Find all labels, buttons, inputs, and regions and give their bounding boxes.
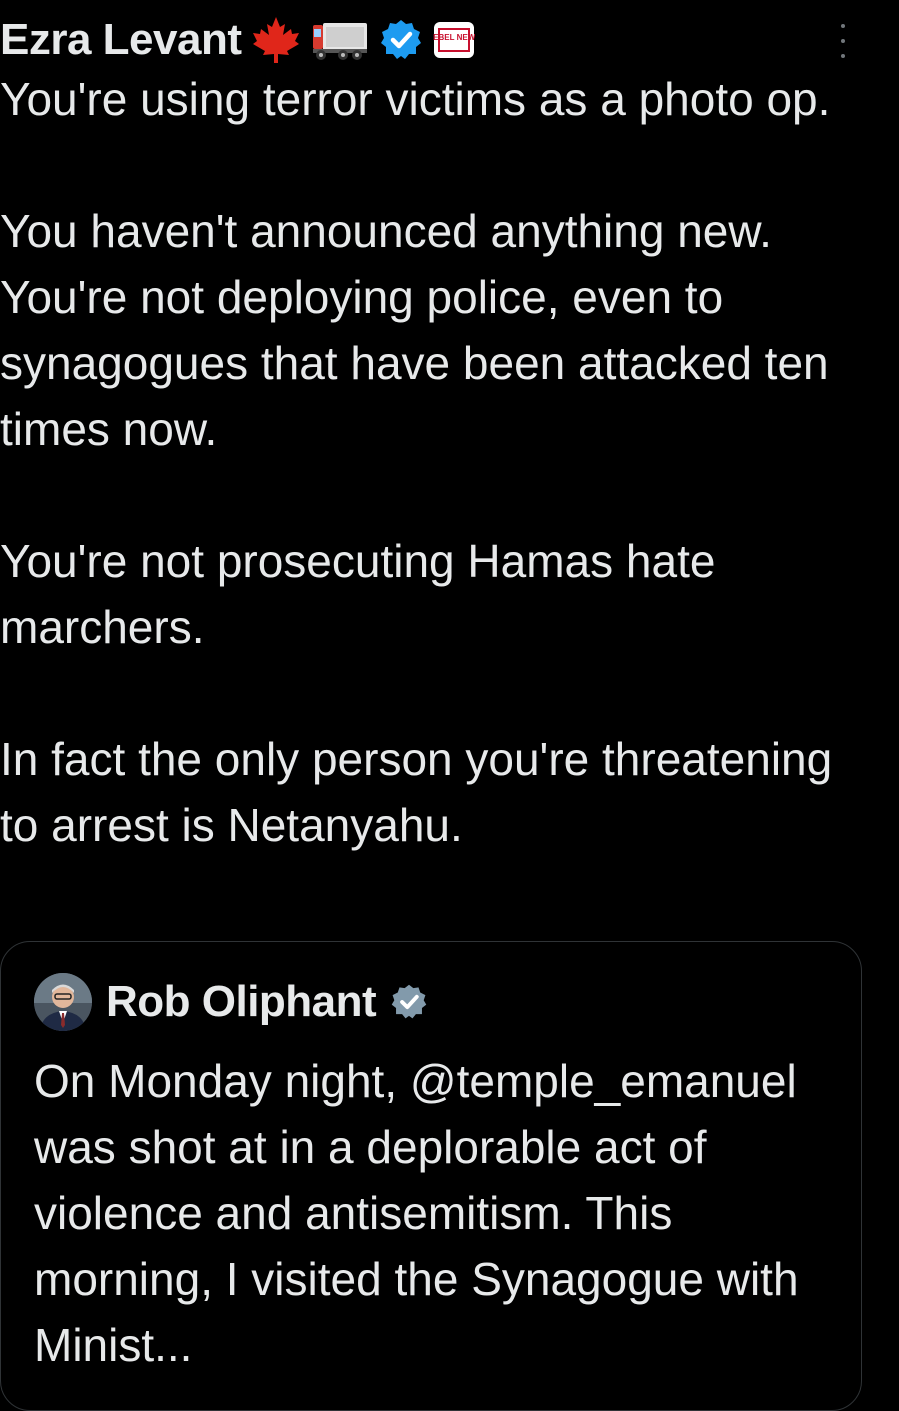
quoted-post-header: Rob Oliphant xyxy=(34,972,428,1032)
maple-leaf-icon xyxy=(251,15,301,65)
author-name[interactable]: Ezra Levant xyxy=(0,15,242,65)
avatar[interactable] xyxy=(34,973,92,1031)
more-options-icon[interactable] xyxy=(839,24,847,58)
quoted-author-name[interactable]: Rob Oliphant xyxy=(106,977,377,1027)
quoted-post-text: On Monday night, @temple_emanuel was sho… xyxy=(34,1055,812,1371)
verified-icon[interactable] xyxy=(379,18,423,62)
government-verified-icon[interactable] xyxy=(390,983,428,1021)
rebel-news-icon[interactable]: REBEL NEWS xyxy=(433,21,475,59)
post-text: You're using terror victims as a photo o… xyxy=(0,73,833,851)
post-header: Ezra Levant REBEL NEWS xyxy=(0,10,475,70)
truck-icon xyxy=(311,17,369,63)
quoted-post-card[interactable]: Rob Oliphant On Monday night, @temple_em… xyxy=(0,941,862,1411)
rebel-news-badge-text: REBEL NEWS xyxy=(433,33,475,42)
